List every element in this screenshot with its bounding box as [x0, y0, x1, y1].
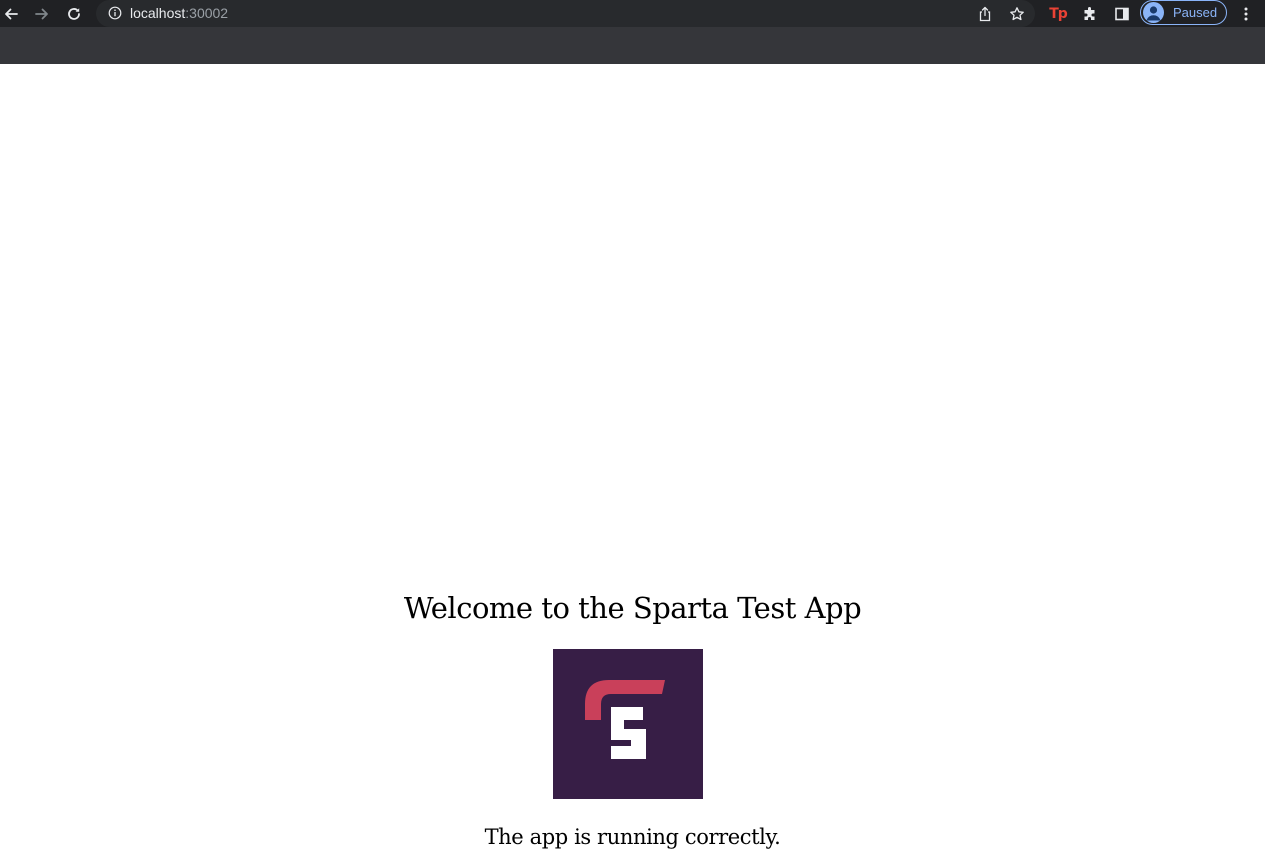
- bookmark-button[interactable]: [1007, 4, 1027, 24]
- person-icon: [1146, 6, 1161, 21]
- extension-tp-button[interactable]: Tp: [1047, 4, 1069, 24]
- forward-arrow-icon: [35, 8, 48, 20]
- bookmarks-bar: [0, 27, 1265, 64]
- info-icon[interactable]: [108, 6, 122, 20]
- sparta-logo: [553, 649, 703, 799]
- profile-chip[interactable]: Paused: [1140, 0, 1227, 25]
- profile-status: Paused: [1173, 5, 1218, 20]
- url-text: localhost:30002: [130, 5, 228, 22]
- avatar: [1143, 2, 1164, 23]
- url-port: :30002: [185, 5, 229, 21]
- back-arrow-icon: [5, 8, 18, 20]
- browser-toolbar: localhost:30002 Tp Paused: [0, 0, 1265, 27]
- side-panel-button[interactable]: [1111, 3, 1133, 25]
- share-icon: [979, 6, 991, 22]
- url-host: localhost: [130, 5, 186, 21]
- reload-icon: [68, 8, 80, 20]
- reload-button[interactable]: [63, 3, 85, 25]
- page-title: Welcome to the Sparta Test App: [403, 591, 862, 625]
- forward-button[interactable]: [31, 3, 53, 25]
- browser-menu-button[interactable]: [1236, 3, 1256, 25]
- back-button[interactable]: [0, 3, 22, 25]
- side-panel-icon: [1115, 7, 1129, 21]
- address-bar[interactable]: localhost:30002: [96, 0, 1035, 27]
- page-content: Welcome to the Sparta Test App The app i…: [0, 64, 1265, 862]
- page-subtitle: The app is running correctly.: [484, 825, 781, 849]
- kebab-menu-icon: [1244, 7, 1248, 21]
- share-button[interactable]: [975, 4, 995, 24]
- star-icon: [1010, 7, 1024, 21]
- puzzle-icon: [1084, 7, 1095, 20]
- extensions-button[interactable]: [1079, 3, 1101, 25]
